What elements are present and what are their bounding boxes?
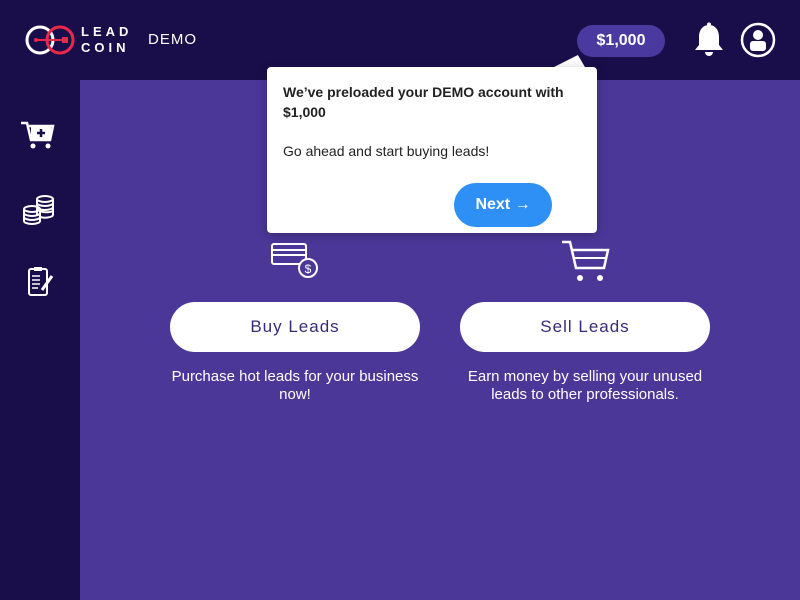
coins-icon[interactable] bbox=[18, 192, 58, 228]
tooltip-title: We’ve preloaded your DEMO account with $… bbox=[283, 84, 564, 120]
logo-line-1: LEAD bbox=[81, 24, 133, 39]
credit-card-dollar-icon: $ bbox=[271, 243, 318, 278]
demo-mode-label: DEMO bbox=[148, 31, 197, 48]
bell-icon[interactable] bbox=[692, 22, 726, 58]
buy-leads-button[interactable]: Buy Leads bbox=[170, 302, 420, 352]
sell-leads-button[interactable]: Sell Leads bbox=[460, 302, 710, 352]
cart-add-icon[interactable] bbox=[18, 118, 58, 154]
logo-wordmark: LEAD COIN bbox=[81, 24, 132, 56]
tooltip-body: Go ahead and start buying leads! bbox=[283, 143, 490, 159]
profile-icon[interactable] bbox=[740, 22, 776, 58]
buy-leads-description: Purchase hot leads for your business now… bbox=[171, 368, 419, 403]
logo-mark-icon bbox=[25, 25, 75, 55]
clipboard-icon[interactable] bbox=[18, 264, 58, 300]
sell-leads-description: Earn money by selling your unused leads … bbox=[467, 368, 703, 403]
onboarding-tooltip: We’ve preloaded your DEMO account with $… bbox=[267, 67, 597, 233]
balance-badge[interactable]: $1,000 bbox=[577, 25, 665, 57]
svg-text:$: $ bbox=[305, 262, 312, 276]
sidebar bbox=[0, 80, 80, 600]
logo-line-2: COIN bbox=[81, 40, 130, 55]
tooltip-next-button[interactable]: Next → bbox=[454, 183, 552, 227]
leadcoin-logo[interactable]: LEAD COIN bbox=[24, 22, 136, 58]
cart-icon bbox=[562, 240, 610, 281]
